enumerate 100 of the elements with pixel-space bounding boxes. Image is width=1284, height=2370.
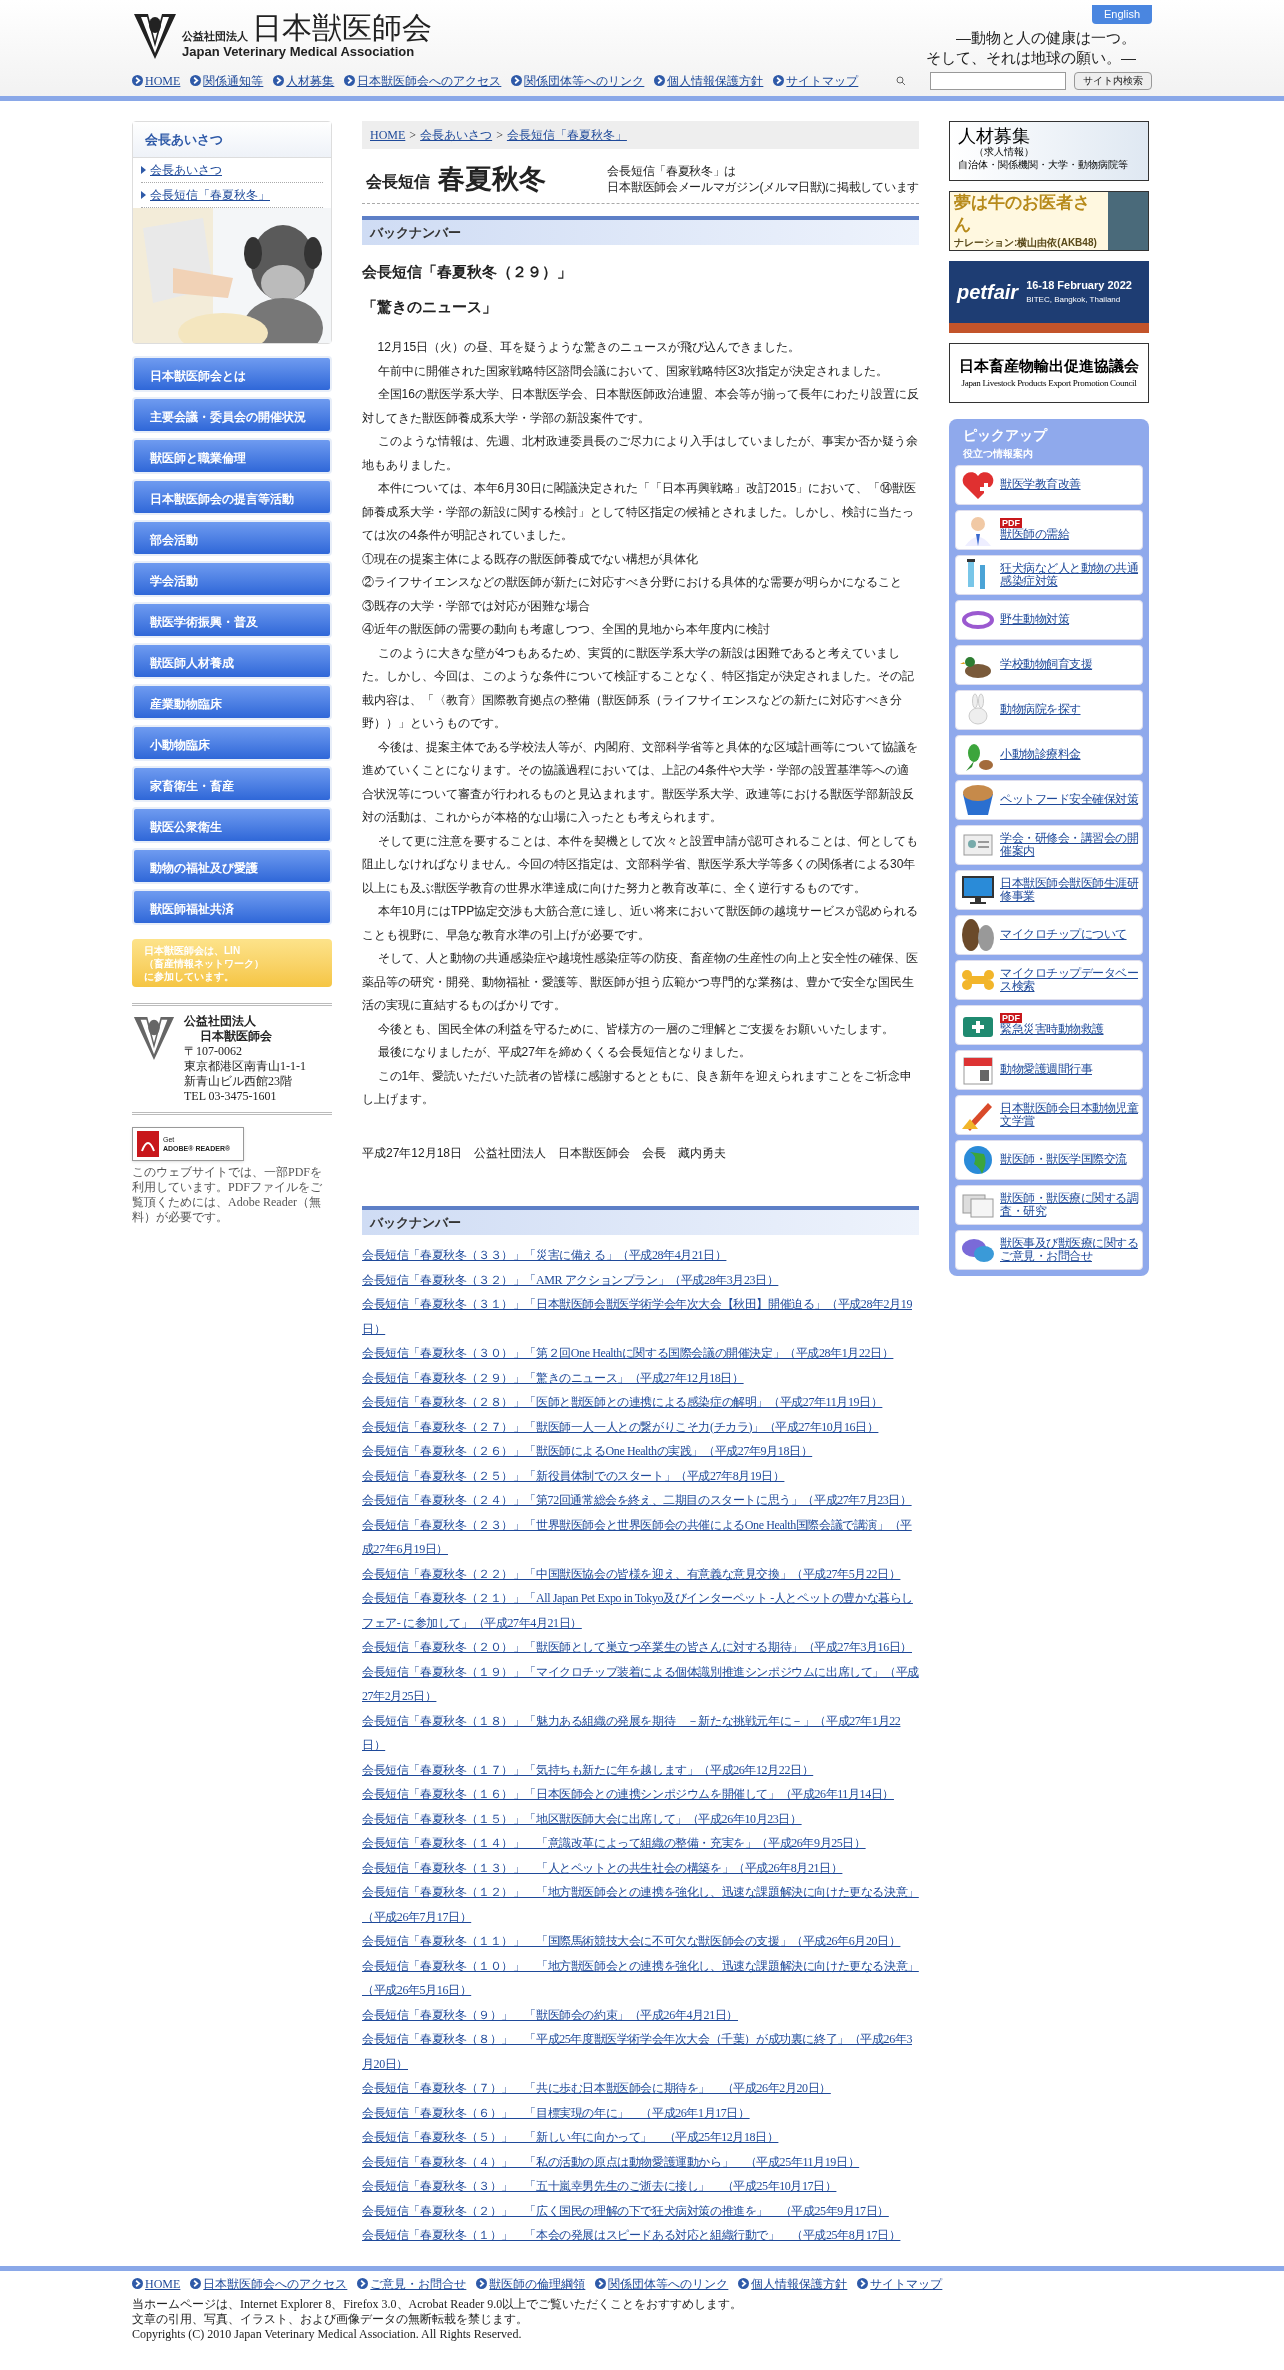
sidebar-menu-button[interactable]: 日本獣医師会とは [132, 356, 332, 392]
pickup-link[interactable]: 獣医師・獣医療に関する調査・研究 [1000, 1191, 1138, 1218]
back-number-link[interactable]: 会長短信「春夏秋冬（１）」 「本会の発展はスピードある対応と組織行動で」 （平成25年8月17日） [362, 2223, 919, 2248]
sidebar-menu-button[interactable]: 獣医師人材養成 [132, 643, 332, 679]
back-number-link[interactable]: 会長短信「春夏秋冬（１８）」「魅力ある組織の発展を期待 －新たな挑戦元年に－」（平成27年1月22日） [362, 1708, 919, 1758]
nav-link[interactable]: 個人情報保護方針 [667, 71, 764, 90]
back-number-link[interactable]: 会長短信「春夏秋冬（２９）」「驚きのニュース」（平成27年12月18日） [362, 1365, 919, 1390]
nav-link[interactable]: 人材募集 [286, 71, 335, 90]
back-number-link[interactable]: 会長短信「春夏秋冬（３１）」「日本獣医師会獣医学術学会年次大会【秋田】開催迫る」（平成28年2月19日） [362, 1292, 919, 1341]
article-subtitle: 「驚きのニュース」 [362, 296, 498, 317]
back-number-link[interactable]: 会長短信「春夏秋冬（２）」 「広く国民の理解の下で狂犬病対策の推進を」 （平成25年9月17日） [362, 2198, 919, 2223]
pickup-link[interactable]: 獣医事及び獣医療に関するご意見・お問合せ [1000, 1236, 1138, 1263]
pickup-link[interactable]: 小動物診療料金 [1000, 748, 1081, 761]
sidebar-menu-button[interactable]: 家畜衛生・畜産 [132, 766, 332, 802]
sidebar-menu-button[interactable]: 部会活動 [132, 520, 332, 556]
article-paragraph: このように大きな壁が4つもあるため、実質的に獣医学系大学の新設は困難であると考えていました。しかし、今回は、このような条件について検証することなく、特区指定が決定されました。その記載内容は、「〈教育〉国際教育拠点の整備（獣医師系（ライフサイエンスなどの新たに対応すべき分野））」というものです。 [362, 644, 915, 732]
back-number-link[interactable]: 会長短信「春夏秋冬（３０）」「第２回One Healthに関する国際会議の開催決定」（平成28年1月22日） [362, 1341, 919, 1366]
nav-link[interactable]: サイトマップ [786, 71, 859, 90]
pickup-link[interactable]: 動物愛護週間行事 [1000, 1063, 1092, 1076]
back-number-link[interactable]: 会長短信「春夏秋冬（１５）」「地区獣医師大会に出席して」（平成26年10月23日） [362, 1806, 919, 1831]
back-number-link[interactable]: 会長短信「春夏秋冬（３２）」「AMR アクションプラン」（平成28年3月23日） [362, 1267, 919, 1292]
back-number-link[interactable]: 会長短信「春夏秋冬（１３）」 「人とペットとの共生社会の構築を」（平成26年8月21日） [362, 1855, 919, 1880]
back-number-link[interactable]: 会長短信「春夏秋冬（２７）」「獣医師一人一人との繋がりこそ力(チカラ)」（平成27年10月16日） [362, 1414, 919, 1439]
cow-doctor-banner[interactable]: 夢は牛のお医者さん ナレーション:横山由依(AKB48) [949, 190, 1149, 251]
footer-link[interactable]: 関係団体等へのリンク [608, 2274, 729, 2293]
back-number-link[interactable]: 会長短信「春夏秋冬（２１）」「All Japan Pet Expo in Tokyo及びインターペット -人とペットの豊かな暮らしフェア- に参加して」（平成27年4月21日） [362, 1586, 919, 1635]
sidebar-menu-button[interactable]: 獣医師と職業倫理 [132, 438, 332, 474]
pickup-link[interactable]: マイクロチップについて [1000, 928, 1127, 941]
pickup-link[interactable]: 獣医師の需給 [1000, 528, 1069, 541]
sidebar-menu-button[interactable]: 学会活動 [132, 561, 332, 597]
breadcrumb-link[interactable]: 会長あいさつ [420, 125, 493, 144]
arrow-bullet-icon [595, 2278, 607, 2289]
pickup-link[interactable]: 狂犬病など人と動物の共通感染症対策 [1000, 561, 1138, 588]
back-number-link[interactable]: 会長短信「春夏秋冬（９）」 「獣医師会の約束」（平成26年4月21日） [362, 2002, 919, 2027]
footer-text: 文章の引用、写真、イラスト、および画像データの無断転載を禁じます。 [132, 2311, 529, 2327]
nav-link[interactable]: 日本獣医師会へのアクセス [357, 71, 502, 90]
page-title-label: 会長短信 [366, 171, 430, 192]
nav-link[interactable]: 関係団体等へのリンク [524, 71, 645, 90]
section-heading: バックナンバー [362, 215, 919, 245]
sidebar-menu-button[interactable]: 動物の福祉及び愛護 [132, 848, 332, 884]
sidebar-menu-button[interactable]: 小動物臨床 [132, 725, 332, 761]
back-number-link[interactable]: 会長短信「春夏秋冬（４）」 「私の活動の原点は動物愛護運動から」 （平成25年11月19日） [362, 2149, 919, 2174]
back-number-link[interactable]: 会長短信「春夏秋冬（２４）」「第72回通常総会を終え、二期目のスタートに思う」（平成27年7月23日） [362, 1488, 919, 1513]
back-number-link[interactable]: 会長短信「春夏秋冬（１６）」「日本医師会との連携シンポジウムを開催して」（平成26年11月14日） [362, 1782, 919, 1807]
pickup-link[interactable]: 学校動物飼育支援 [1000, 658, 1092, 671]
breadcrumb-link[interactable]: 会長短信「春夏秋冬」 [506, 125, 627, 144]
pickup-link[interactable]: ペットフード安全確保対策 [1000, 793, 1138, 806]
back-number-link[interactable]: 会長短信「春夏秋冬（１４）」 「意識改革によって組織の整備・充実を」（平成26年9月25日） [362, 1831, 919, 1856]
sidebar-menu-button[interactable]: 産業動物臨床 [132, 684, 332, 720]
livestock-export-banner[interactable]: 日本畜産物輸出促進協議会 Japan Livestock Products Export Promotion Council [949, 342, 1149, 403]
panel-title: 会長あいさつ [133, 121, 331, 158]
back-number-link[interactable]: 会長短信「春夏秋冬（１０）」 「地方獣医師会との連携を強化し、迅速な課題解決に向けた更なる決意」（平成26年5月16日） [362, 1953, 919, 2003]
footer-link[interactable]: サイトマップ [870, 2274, 943, 2293]
back-number-link[interactable]: 会長短信「春夏秋冬（２８）」「医師と獣医師との連携による感染症の解明」（平成27年11月19日） [362, 1390, 919, 1415]
back-number-link[interactable]: 会長短信「春夏秋冬（８）」 「平成25年度獣医学術学会年次大会（千葉）が成功裏に終了」（平成26年3月20日） [362, 2027, 919, 2076]
footer-link[interactable]: ご意見・お問合せ [370, 2274, 467, 2293]
breadcrumb-link[interactable]: HOME [370, 125, 406, 144]
footer-link[interactable]: HOME [145, 2274, 181, 2293]
pickup-link[interactable]: 日本獣医師会獣医師生涯研修事業 [1000, 876, 1138, 903]
back-number-link[interactable]: 会長短信「春夏秋冬（５）」 「新しい年に向かって」 （平成25年12月18日） [362, 2125, 919, 2150]
back-number-link[interactable]: 会長短信「春夏秋冬（２３）」「世界獣医師会と世界医師会の共催によるOne Health国際会議で講演」（平成27年6月19日） [362, 1512, 919, 1562]
pickup-link[interactable]: 動物病院を探す [1000, 703, 1081, 716]
article-title: 会長短信「春夏秋冬（２９）」 [362, 262, 573, 282]
footer-link[interactable]: 個人情報保護方針 [751, 2274, 848, 2293]
back-number-link[interactable]: 会長短信「春夏秋冬（２６）」「獣医師によるOne Healthの実践」（平成27年9月18日） [362, 1439, 919, 1464]
footer-link[interactable]: 獣医師の倫理綱領 [489, 2274, 586, 2293]
site-search-button[interactable]: サイト内検索 [1074, 71, 1152, 90]
pickup-link[interactable]: 野生動物対策 [1000, 613, 1069, 626]
english-button[interactable]: English [1091, 5, 1152, 24]
sidebar-menu-button[interactable]: 主要会議・委員会の開催状況 [132, 397, 332, 433]
back-number-link[interactable]: 会長短信「春夏秋冬（１２）」 「地方獣医師会との連携を強化し、迅速な課題解決に向けた更なる決意」（平成26年7月17日） [362, 1880, 919, 1929]
sidebar-menu-button[interactable]: 獣医学術振興・普及 [132, 602, 332, 638]
back-number-link[interactable]: 会長短信「春夏秋冬（３）」 「五十嵐幸男先生のご逝去に接し」 （平成25年10月17日） [362, 2174, 919, 2199]
pickup-link[interactable]: 獣医師・獣医学国際交流 [1000, 1153, 1127, 1166]
back-number-link[interactable]: 会長短信「春夏秋冬（６）」 「目標実現の年に」 （平成26年1月17日） [362, 2100, 919, 2125]
sidebar-menu-button[interactable]: 獣医師福祉共済 [132, 889, 332, 925]
pickup-link[interactable]: 学会・研修会・講習会の開催案内 [1000, 831, 1138, 858]
back-number-link[interactable]: 会長短信「春夏秋冬（１９）」「マイクロチップ装着による個体識別推進シンポジウムに出席して」（平成27年2月25日） [362, 1659, 919, 1709]
pickup-link[interactable]: 緊急災害時動物救護 [1000, 1023, 1104, 1036]
sidebar-link[interactable]: 会長あいさつ [150, 161, 222, 179]
back-number-link[interactable]: 会長短信「春夏秋冬（２２）」「中国獣医協会の皆様を迎え、有意義な意見交換」（平成27年5月22日） [362, 1561, 919, 1586]
pickup-link[interactable]: マイクロチップデータベース検索 [1000, 966, 1138, 993]
back-number-link[interactable]: 会長短信「春夏秋冬（１１）」 「国際馬術競技大会に不可欠な獣医師会の支援」（平成26年6月20日） [362, 1929, 919, 1954]
back-number-link[interactable]: 会長短信「春夏秋冬（２０）」「獣医師として巣立つ卒業生の皆さんに対する期待」（平成27年3月16日） [362, 1635, 919, 1660]
back-number-link[interactable]: 会長短信「春夏秋冬（１７）」「気持ちも新たに年を越します」（平成26年12月22日） [362, 1757, 919, 1782]
footer-link[interactable]: 日本獣医師会へのアクセス [203, 2274, 348, 2293]
back-number-link[interactable]: 会長短信「春夏秋冬（２５）」「新役員体制でのスタート」（平成27年8月19日） [362, 1463, 919, 1488]
nav-link[interactable]: HOME [145, 71, 181, 90]
sidebar-link[interactable]: 会長短信「春夏秋冬」 [150, 186, 270, 204]
back-number-link[interactable]: 会長短信「春夏秋冬（７）」 「共に歩む日本獣医師会に期待を」 （平成26年2月20日） [362, 2076, 919, 2101]
nav-link[interactable]: 関係通知等 [203, 71, 264, 90]
article-paragraph: 12月15日（火）の昼、耳を疑うような驚きのニュースが飛び込んできました。 [376, 339, 802, 356]
sidebar-menu-button[interactable]: 日本獣医師会の提言等活動 [132, 479, 332, 515]
back-number-link[interactable]: 会長短信「春夏秋冬（３３）」「災害に備える」（平成28年4月21日） [362, 1243, 919, 1268]
sidebar-menu-button[interactable]: 獣医公衆衛生 [132, 807, 332, 843]
article-paragraph: 本年10月にはTPP協定交渉も大筋合意に達し、近い将来において獣医師の越境サービスが認められることも視野に、早急な教育水準の引上げが必要です。 [362, 903, 919, 944]
pickup-link[interactable]: 獣医学教育改善 [1000, 478, 1081, 491]
recruit-banner[interactable]: 人材募集 （求人情報） 自治体・関係機関・大学・動物病院等 [949, 120, 1149, 181]
pickup-link[interactable]: 日本獣医師会日本動物児童文学賞 [1000, 1101, 1138, 1128]
search-field[interactable] [930, 71, 1066, 90]
